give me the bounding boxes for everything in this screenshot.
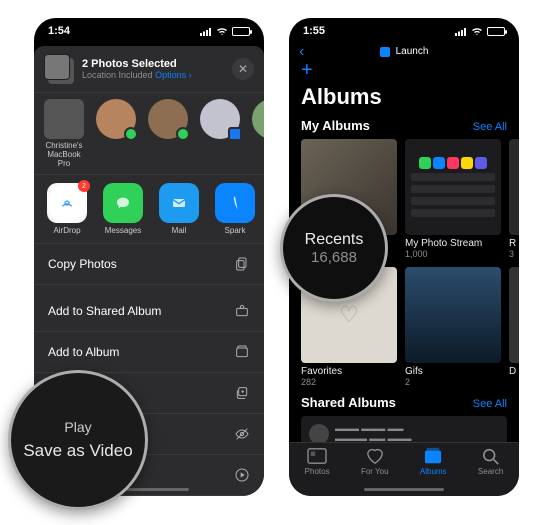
- album-cutoff[interactable]: R 3: [509, 139, 519, 259]
- nav-bar: ‹ Launch: [289, 44, 519, 59]
- selected-thumbnails[interactable]: [44, 54, 74, 84]
- status-bar: 1:54: [34, 18, 264, 44]
- duplicate-icon: [234, 385, 250, 401]
- status-time: 1:55: [303, 25, 325, 37]
- share-subtitle: Location Included Options ›: [82, 70, 192, 80]
- see-all-link[interactable]: See All: [473, 398, 507, 410]
- status-time: 1:54: [48, 25, 70, 37]
- album-photo-stream[interactable]: My Photo Stream 1,000: [405, 139, 501, 259]
- add-album-button[interactable]: +: [289, 59, 519, 82]
- contact-person[interactable]: [250, 99, 264, 168]
- search-icon: [480, 447, 502, 465]
- copy-icon: [234, 256, 250, 272]
- share-title: 2 Photos Selected: [82, 58, 192, 70]
- magnified-save-video-label: Save as Video: [23, 441, 132, 461]
- home-indicator[interactable]: [364, 488, 444, 491]
- status-icons: [200, 27, 250, 36]
- action-add-shared-album[interactable]: Add to Shared Album: [34, 291, 264, 332]
- share-apps-row[interactable]: 2 AirDrop Messages Mail Spark: [34, 174, 264, 244]
- app-mail[interactable]: Mail: [156, 183, 202, 235]
- cellular-icon: [455, 27, 467, 35]
- hide-icon: [234, 426, 250, 442]
- airdrop-icon: [59, 195, 75, 211]
- play-icon: [234, 467, 250, 483]
- magnifier-save-as-video: Play Save as Video: [8, 370, 148, 510]
- battery-icon: [232, 27, 250, 36]
- mail-icon: [171, 195, 187, 211]
- magnified-recents-count: 16,688: [311, 249, 357, 266]
- messages-icon: [115, 195, 131, 211]
- section-shared-header: Shared Albums See All: [289, 395, 519, 416]
- shared-album-icon: [234, 303, 250, 319]
- status-bar: 1:55: [289, 18, 519, 44]
- app-airdrop[interactable]: 2 AirDrop: [44, 183, 90, 235]
- share-contacts-row[interactable]: Christine's MacBook Pro: [34, 93, 264, 174]
- photos-icon: [306, 447, 328, 465]
- wifi-icon: [471, 27, 483, 36]
- tab-search[interactable]: Search: [478, 447, 503, 496]
- heart-icon: [364, 447, 386, 465]
- status-icons: [455, 27, 505, 36]
- album-gifs[interactable]: Gifs 2: [405, 267, 501, 387]
- contact-person[interactable]: [198, 99, 242, 168]
- action-add-album[interactable]: Add to Album: [34, 332, 264, 373]
- section-my-albums-header: My Albums See All: [289, 118, 519, 139]
- heart-icon: ♡: [339, 302, 359, 328]
- share-sheet-header: 2 Photos Selected Location Included Opti…: [34, 46, 264, 93]
- app-messages[interactable]: Messages: [100, 183, 146, 235]
- tab-photos[interactable]: Photos: [305, 447, 330, 496]
- page-title: Albums: [289, 82, 519, 118]
- magnified-play-label: Play: [64, 419, 91, 435]
- magnifier-recents: Recents 16,688: [280, 194, 388, 302]
- contact-macbook[interactable]: Christine's MacBook Pro: [42, 99, 86, 168]
- launch-icon: [380, 47, 390, 57]
- close-icon[interactable]: ✕: [232, 58, 254, 80]
- cellular-icon: [200, 27, 212, 35]
- album-icon: [234, 344, 250, 360]
- see-all-link[interactable]: See All: [473, 121, 507, 133]
- magnified-recents-label: Recents: [305, 231, 364, 249]
- nav-title: Launch: [396, 46, 429, 57]
- album-cutoff-2[interactable]: D: [509, 267, 519, 387]
- contact-person[interactable]: [94, 99, 138, 168]
- spark-icon: [227, 195, 243, 211]
- action-copy-photos[interactable]: Copy Photos: [34, 244, 264, 285]
- app-spark[interactable]: Spark: [212, 183, 258, 235]
- contact-person[interactable]: [146, 99, 190, 168]
- wifi-icon: [216, 27, 228, 36]
- share-options-link[interactable]: Options ›: [155, 70, 192, 80]
- badge-count: 2: [78, 180, 90, 192]
- back-icon[interactable]: ‹: [299, 43, 304, 61]
- albums-icon: [422, 447, 444, 465]
- battery-icon: [487, 27, 505, 36]
